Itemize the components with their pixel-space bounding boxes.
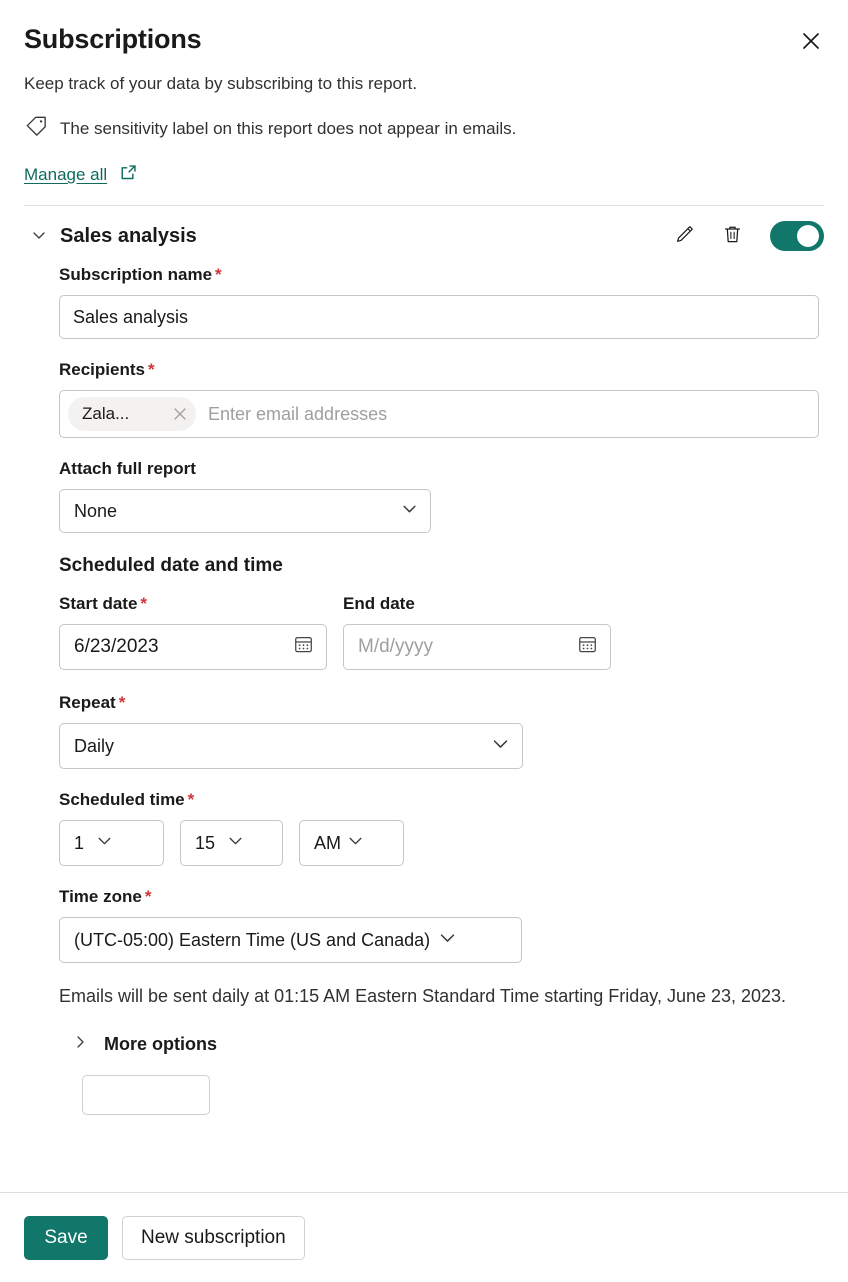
tag-icon xyxy=(24,114,49,144)
scheduled-time-row: 1 15 xyxy=(59,820,819,866)
recipients-label-text: Recipients xyxy=(59,360,145,379)
scheduled-time-group: Scheduled time* 1 15 xyxy=(59,789,819,866)
repeat-label: Repeat* xyxy=(59,692,819,714)
delete-subscription-button[interactable] xyxy=(718,222,746,250)
subscription-actions xyxy=(670,221,824,251)
attach-full-report-label: Attach full report xyxy=(59,458,819,480)
schedule-summary-text: Emails will be sent daily at 01:15 AM Ea… xyxy=(59,983,819,1010)
subscription-enabled-toggle[interactable] xyxy=(770,221,824,251)
sensitivity-note-text: The sensitivity label on this report doe… xyxy=(60,117,516,141)
header-top-row: Subscriptions xyxy=(24,22,824,58)
manage-all-link[interactable]: Manage all xyxy=(24,164,110,186)
collapse-subscription-button[interactable] xyxy=(26,223,52,249)
recipients-placeholder[interactable]: Enter email addresses xyxy=(202,404,810,425)
repeat-select[interactable]: Daily xyxy=(59,723,523,769)
chevron-down-icon xyxy=(96,832,113,854)
more-options-toggle[interactable]: More options xyxy=(72,1034,819,1055)
recipient-chip[interactable]: Zala... xyxy=(68,397,196,431)
chevron-right-icon xyxy=(72,1034,88,1055)
meridiem-value: AM xyxy=(314,833,341,854)
required-marker: * xyxy=(119,693,126,712)
chevron-down-icon xyxy=(491,734,510,758)
recipients-group: Recipients* Zala... Enter email addresse… xyxy=(59,359,819,438)
panel-subtitle: Keep track of your data by subscribing t… xyxy=(24,72,824,96)
calendar-icon[interactable] xyxy=(293,634,314,661)
panel-header: Subscriptions Keep track of your data by… xyxy=(0,0,848,206)
remove-recipient-icon[interactable] xyxy=(170,404,190,424)
subscriptions-panel: Subscriptions Keep track of your data by… xyxy=(0,0,848,1282)
recipients-label: Recipients* xyxy=(59,359,819,381)
panel-footer: Save New subscription xyxy=(0,1192,848,1282)
calendar-icon[interactable] xyxy=(577,634,598,661)
sensitivity-note-row: The sensitivity label on this report doe… xyxy=(24,114,824,144)
repeat-group: Repeat* Daily xyxy=(59,692,819,769)
minute-select[interactable]: 15 xyxy=(180,820,283,866)
save-button[interactable]: Save xyxy=(24,1216,108,1260)
recipients-input[interactable]: Zala... Enter email addresses xyxy=(59,390,819,438)
chevron-down-icon xyxy=(438,928,457,952)
chevron-down-icon xyxy=(401,500,418,522)
trash-icon xyxy=(721,223,744,249)
end-date-label: End date xyxy=(343,593,611,615)
subscription-form: Subscription name* Sales analysis Recipi… xyxy=(24,264,824,1115)
end-date-input[interactable]: M/d/yyyy xyxy=(343,624,611,670)
required-marker: * xyxy=(148,360,155,379)
chevron-down-icon xyxy=(31,227,47,246)
close-button[interactable] xyxy=(794,24,828,58)
required-marker: * xyxy=(215,265,222,284)
repeat-label-text: Repeat xyxy=(59,693,116,712)
subscription-name-heading: Sales analysis xyxy=(60,225,670,248)
subscription-header-row: Sales analysis xyxy=(24,208,824,264)
hour-select[interactable]: 1 xyxy=(59,820,164,866)
minute-value: 15 xyxy=(195,833,215,854)
attach-full-report-group: Attach full report None xyxy=(59,458,819,533)
close-icon xyxy=(802,32,820,50)
external-link-icon[interactable] xyxy=(119,163,138,187)
more-options-label: More options xyxy=(104,1034,217,1055)
start-date-value: 6/23/2023 xyxy=(74,636,159,658)
start-date-label: Start date* xyxy=(59,593,327,615)
recipient-chip-label: Zala... xyxy=(82,404,129,424)
end-date-placeholder: M/d/yyyy xyxy=(358,636,433,658)
required-marker: * xyxy=(140,594,147,613)
date-row: Start date* 6/23/2023 xyxy=(59,593,819,670)
repeat-value: Daily xyxy=(74,736,114,757)
chevron-down-icon xyxy=(347,832,364,854)
scheduled-section-title: Scheduled date and time xyxy=(59,555,819,577)
manage-all-row: Manage all xyxy=(24,163,824,187)
chevron-down-icon xyxy=(227,832,244,854)
start-date-group: Start date* 6/23/2023 xyxy=(59,593,327,670)
attach-full-report-select[interactable]: None xyxy=(59,489,431,533)
time-zone-value: (UTC-05:00) Eastern Time (US and Canada) xyxy=(74,930,430,951)
hour-value: 1 xyxy=(74,833,84,854)
time-zone-label-text: Time zone xyxy=(59,887,142,906)
page-title: Subscriptions xyxy=(24,22,201,56)
meridiem-select[interactable]: AM xyxy=(299,820,404,866)
scheduled-time-label: Scheduled time* xyxy=(59,789,819,811)
attach-full-report-value: None xyxy=(74,501,117,522)
subscription-name-group: Subscription name* Sales analysis xyxy=(59,264,819,339)
scheduled-time-label-text: Scheduled time xyxy=(59,790,185,809)
panel-body: Sales analysis xyxy=(0,206,848,1192)
end-date-group: End date M/d/yyyy xyxy=(343,593,611,670)
required-marker: * xyxy=(145,887,152,906)
pencil-icon xyxy=(673,223,696,249)
new-subscription-button[interactable]: New subscription xyxy=(122,1216,305,1260)
end-date-label-text: End date xyxy=(343,594,415,613)
partially-visible-button[interactable] xyxy=(82,1075,210,1115)
edit-subscription-button[interactable] xyxy=(670,222,698,250)
subscription-name-input[interactable]: Sales analysis xyxy=(59,295,819,339)
time-zone-group: Time zone* (UTC-05:00) Eastern Time (US … xyxy=(59,886,819,963)
toggle-knob xyxy=(797,225,819,247)
subscription-name-label-text: Subscription name xyxy=(59,265,212,284)
start-date-label-text: Start date xyxy=(59,594,137,613)
required-marker: * xyxy=(188,790,195,809)
time-zone-label: Time zone* xyxy=(59,886,819,908)
time-zone-select[interactable]: (UTC-05:00) Eastern Time (US and Canada) xyxy=(59,917,522,963)
subscription-name-label: Subscription name* xyxy=(59,264,819,286)
start-date-input[interactable]: 6/23/2023 xyxy=(59,624,327,670)
